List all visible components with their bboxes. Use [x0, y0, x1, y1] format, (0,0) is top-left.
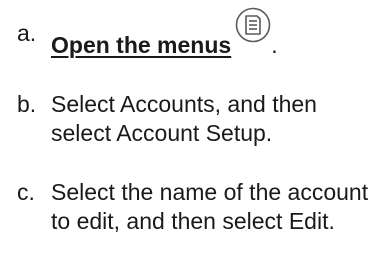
step-a-text: Open the menus .	[51, 7, 373, 60]
instruction-steps: a. Open the menus . b. Select Accounts, …	[0, 0, 383, 272]
step-b-text: Select Accounts, and then select Account…	[51, 91, 317, 146]
step-a-marker: a.	[17, 20, 37, 46]
open-menus-link[interactable]: Open the menus	[51, 32, 231, 58]
step-b-marker: b.	[17, 91, 37, 117]
step-a-trailing: .	[271, 32, 278, 58]
menu-icon	[235, 7, 271, 43]
step-c-text: Select the name of the account to edit, …	[51, 179, 369, 234]
step-c-marker: c.	[17, 179, 35, 205]
